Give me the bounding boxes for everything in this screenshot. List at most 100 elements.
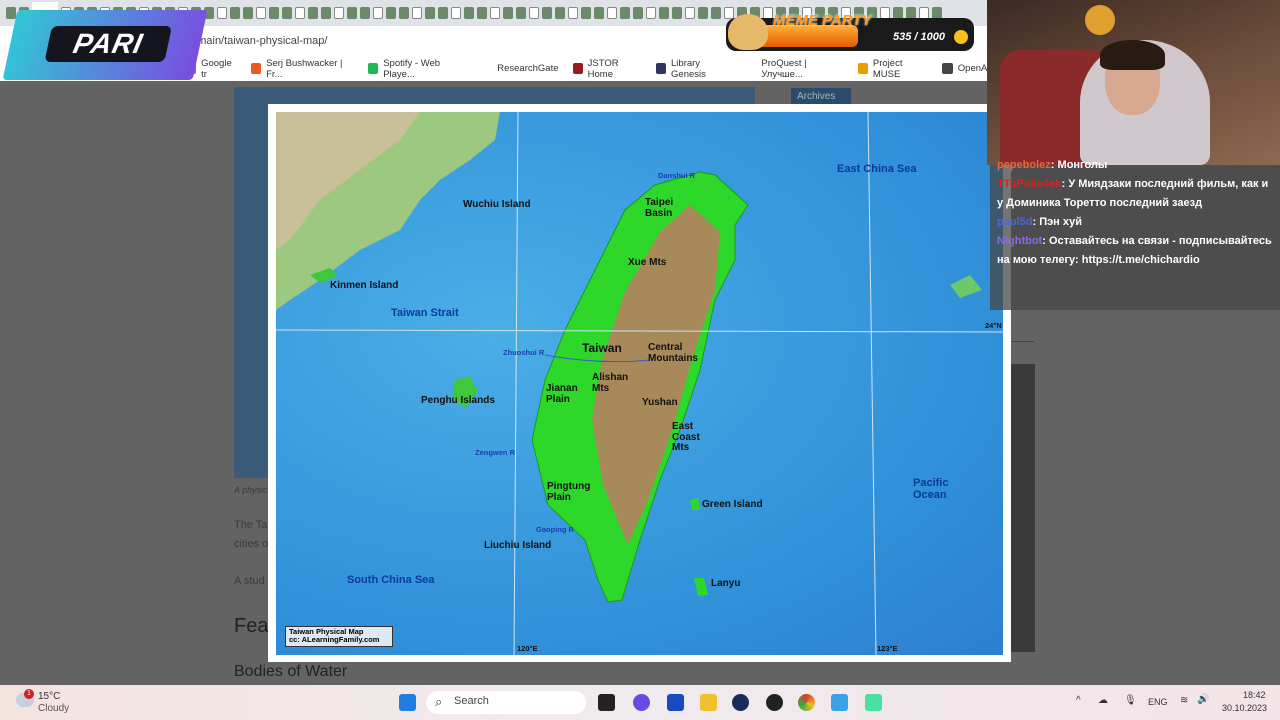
clock-time[interactable]: 18:42 <box>1243 690 1266 700</box>
tab-favicon[interactable] <box>6 7 16 19</box>
tab-favicon[interactable] <box>490 7 500 19</box>
tab-favicon[interactable] <box>217 7 227 19</box>
tab-favicon[interactable] <box>555 7 565 19</box>
tab-favicon[interactable] <box>464 7 474 19</box>
tab-favicon[interactable] <box>256 7 266 19</box>
bookmark[interactable]: ResearchGate <box>481 63 559 74</box>
tab-favicon[interactable] <box>347 7 357 19</box>
app-icon[interactable] <box>865 694 882 711</box>
language-indicator[interactable]: ENG <box>1148 697 1168 707</box>
section-heading: Fea <box>234 615 269 637</box>
map-label-penghu: Penghu Islands <box>421 395 495 406</box>
bookmark[interactable]: Spotify - Web Playe... <box>368 58 467 80</box>
tab-favicon[interactable] <box>711 7 721 19</box>
tab-favicon[interactable] <box>542 7 552 19</box>
tab-favicon[interactable] <box>568 7 578 19</box>
onedrive-icon[interactable]: ☁ <box>1098 695 1108 706</box>
tab-favicon[interactable] <box>373 7 383 19</box>
url-text[interactable]: m/main/taiwan-physical-map/ <box>185 35 327 47</box>
bookmark[interactable]: ProQuest | Улучше... <box>746 58 844 80</box>
tab-favicon[interactable] <box>672 7 682 19</box>
tab-favicon[interactable] <box>581 7 591 19</box>
chat-username: pepebolez <box>997 159 1051 171</box>
volume-icon[interactable]: 🔊 <box>1197 694 1209 705</box>
tab-favicon[interactable] <box>451 7 461 19</box>
tab-favicon[interactable] <box>685 7 695 19</box>
tab-favicon[interactable] <box>399 7 409 19</box>
tab-favicon[interactable] <box>503 7 513 19</box>
chrome-icon[interactable] <box>798 694 815 711</box>
tab-favicon[interactable] <box>438 7 448 19</box>
chat-message: Nightbot: Оставайтесь на связи - подписы… <box>997 235 1272 266</box>
start-icon[interactable] <box>399 694 416 711</box>
mic-icon[interactable]: 🎙 <box>1124 695 1137 706</box>
bookmark[interactable]: Project MUSE <box>857 58 928 80</box>
wifi-icon[interactable]: ≋ <box>1180 695 1188 706</box>
tab-favicon[interactable] <box>698 7 708 19</box>
tab-favicon[interactable] <box>477 7 487 19</box>
map-label-pingtung: Pingtung Plain <box>547 481 591 503</box>
obs-icon[interactable] <box>766 694 783 711</box>
chat-app-icon[interactable] <box>633 694 650 711</box>
tab-favicon[interactable] <box>334 7 344 19</box>
bookmark[interactable]: Library Genesis <box>655 58 732 80</box>
tab-favicon[interactable] <box>321 7 331 19</box>
chat-username: TTuPoIIo4ek <box>997 178 1062 190</box>
bookmark[interactable]: OpenAI <box>941 63 990 74</box>
chat-overlay: pepebolez: Монголы TTuPoIIo4ek: У Миядзак… <box>990 159 1280 310</box>
tab-favicon[interactable] <box>646 7 656 19</box>
tab-favicon[interactable] <box>269 7 279 19</box>
file-explorer-icon[interactable] <box>700 694 717 711</box>
map-label-wuchiu: Wuchiu Island <box>463 199 531 210</box>
doge-icon <box>728 14 768 50</box>
tab-favicon[interactable] <box>594 7 604 19</box>
coin-icon <box>954 30 968 44</box>
tab-favicon[interactable] <box>243 7 253 19</box>
tab-favicon[interactable] <box>529 7 539 19</box>
tab-favicon[interactable] <box>386 7 396 19</box>
map-label-taiwan-strait: Taiwan Strait <box>391 307 459 319</box>
bookmark-icon <box>368 63 379 74</box>
tab-favicon[interactable] <box>724 7 734 19</box>
tab-favicon[interactable] <box>282 7 292 19</box>
clock-date[interactable]: 30.10.2023 <box>1222 703 1267 713</box>
tab-favicon[interactable] <box>308 7 318 19</box>
tab-favicon[interactable] <box>633 7 643 19</box>
octopus-decoration <box>1085 5 1115 35</box>
bookmark[interactable]: Serj Bushwacker | Fr... <box>250 58 354 80</box>
bookmark-icon <box>655 63 667 74</box>
map-label-xue: Xue Mts <box>628 257 667 268</box>
tab-favicon[interactable] <box>230 7 240 19</box>
bookmark[interactable]: JSTOR Home <box>572 58 642 80</box>
tab-favicon[interactable] <box>412 7 422 19</box>
tab-favicon[interactable] <box>295 7 305 19</box>
pari-logo: PARI <box>2 10 208 80</box>
chat-text: Монголы <box>1057 159 1108 171</box>
bookmark-icon <box>481 63 493 74</box>
chat-text: Пэн хуй <box>1039 216 1083 228</box>
weather-desc[interactable]: Cloudy <box>38 703 69 714</box>
paragraph: cities o <box>234 538 269 550</box>
tab-favicon[interactable] <box>620 7 630 19</box>
tab-favicon[interactable] <box>360 7 370 19</box>
chat-username: Nightbot <box>997 235 1043 247</box>
map-label-zhuoshui: Zhuoshui R <box>503 348 545 357</box>
bookmark-icon <box>746 63 757 74</box>
tab-favicon[interactable] <box>425 7 435 19</box>
weather-temp[interactable]: 15°C <box>38 691 60 702</box>
paragraph: A stud <box>234 575 265 587</box>
tab-favicon[interactable] <box>659 7 669 19</box>
streamer-hair <box>1100 40 1165 70</box>
tab-favicon[interactable] <box>516 7 526 19</box>
map-label-central: Central Mountains <box>648 342 698 364</box>
task-view-icon[interactable] <box>598 694 615 711</box>
map-label-lon1: 120°E <box>517 644 538 653</box>
map-label-lat: 24°N <box>985 321 1002 330</box>
notes-icon[interactable] <box>831 694 848 711</box>
taskbar-search[interactable]: Search <box>426 691 586 714</box>
tray-chevron-icon[interactable]: ^ <box>1076 695 1081 706</box>
steam-icon[interactable] <box>732 694 749 711</box>
store-icon[interactable] <box>667 694 684 711</box>
tab-favicon[interactable] <box>607 7 617 19</box>
meme-title: MEME PARTY <box>773 12 872 29</box>
